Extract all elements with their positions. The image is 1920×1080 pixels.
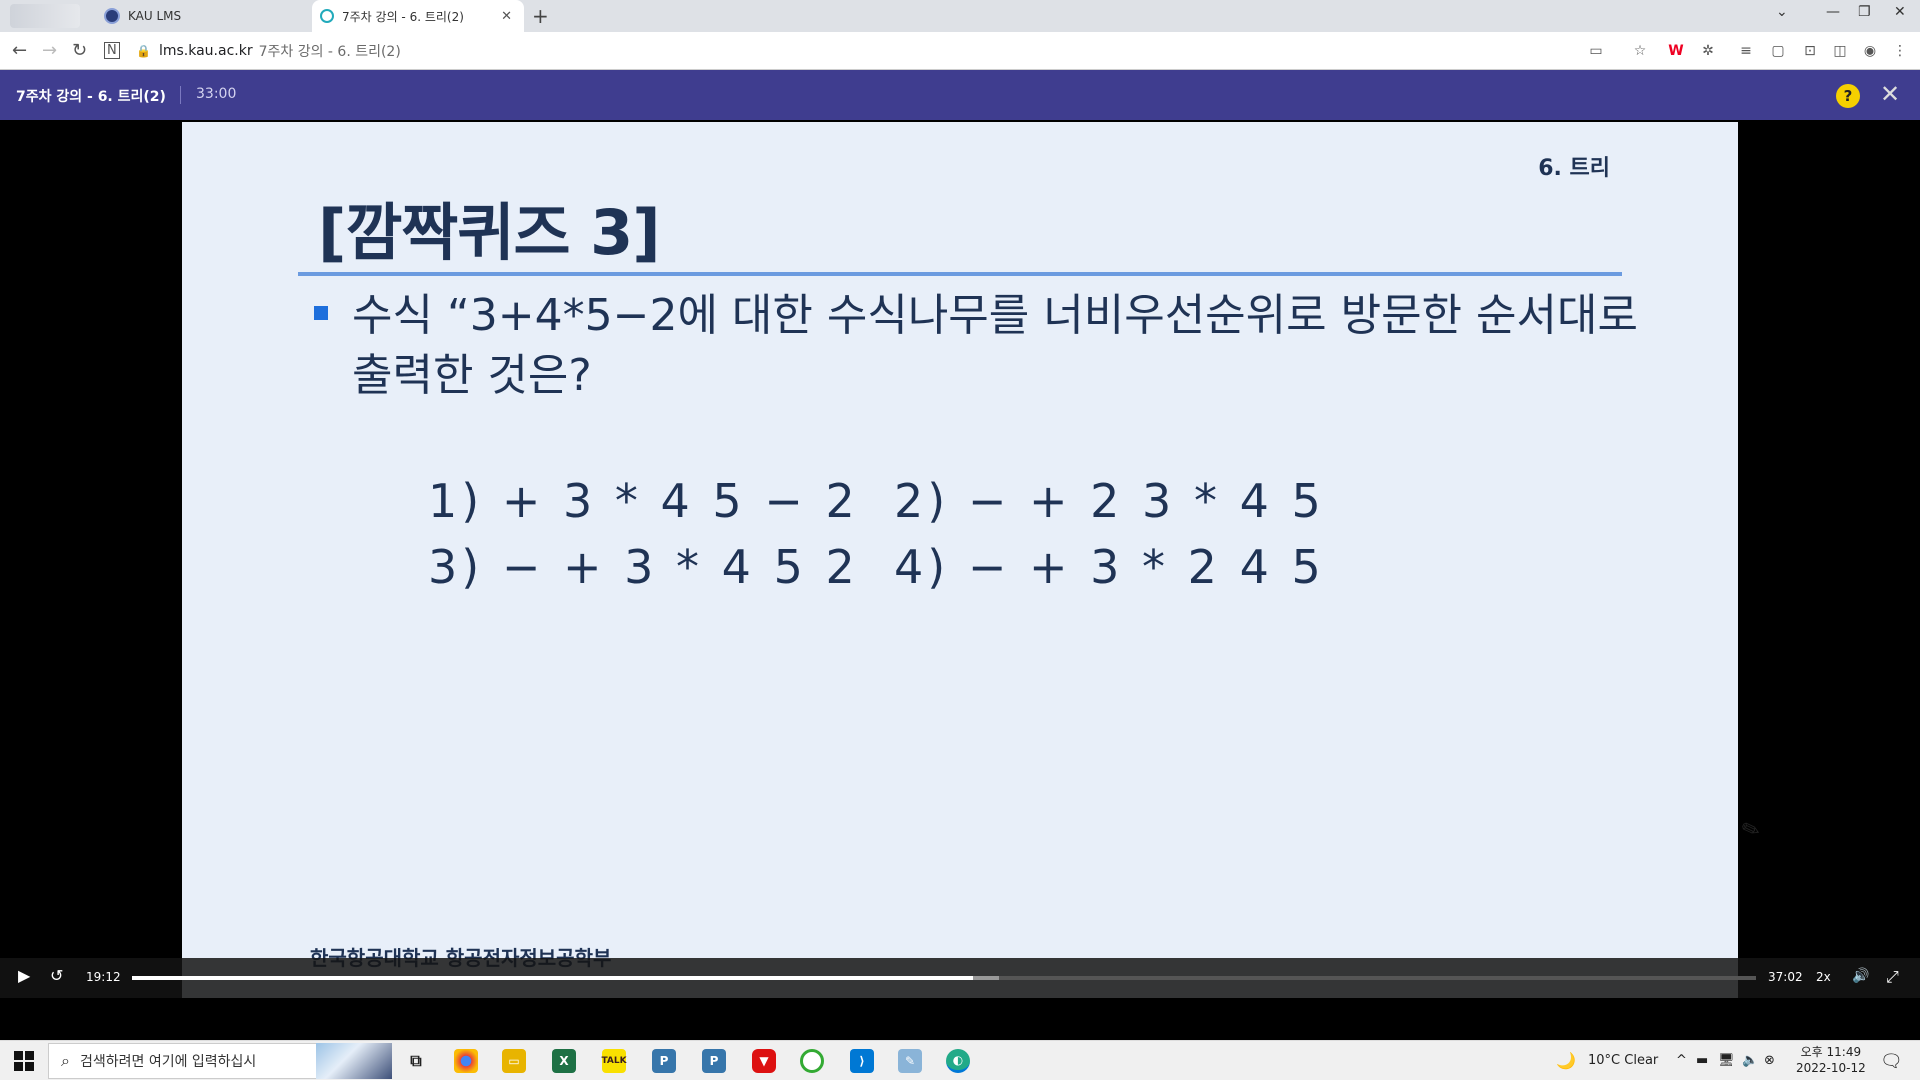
video-icon[interactable]: ▢ (1768, 41, 1788, 61)
security-app-icon[interactable]: ▼ (752, 1049, 776, 1073)
tab-label: KAU LMS (128, 9, 182, 23)
screenshot-icon[interactable]: ⊡ (1800, 41, 1820, 61)
excel-app-icon[interactable]: X (552, 1049, 576, 1073)
fullscreen-icon[interactable]: ⤢ (1886, 967, 1899, 987)
naver-icon[interactable]: N (104, 42, 120, 59)
lecture-title: 7주차 강의 - 6. 트리(2) (16, 89, 166, 105)
forward-arrow-icon[interactable]: → (42, 40, 57, 61)
lock-icon[interactable]: 🔒 (136, 44, 151, 58)
restore-button[interactable]: ❐ (1858, 4, 1871, 20)
bookmark-star-icon[interactable]: ☆ (1630, 41, 1650, 61)
minimize-button[interactable]: — (1826, 4, 1840, 20)
cast-icon[interactable]: ▭ (1586, 41, 1606, 61)
clock-time: 오후 11:49 (1800, 1045, 1862, 1059)
browser-tab-strip: KAU LMS 7주차 강의 - 6. 트리(2) ✕ + ⌄ — ❐ ✕ (0, 0, 1920, 32)
slide-title: [깜짝퀴즈 3] (318, 196, 661, 269)
sync-app-icon[interactable] (800, 1049, 824, 1073)
tab-strip-decoration (10, 4, 80, 28)
extension-puzzle-icon[interactable]: ✲ (1698, 41, 1718, 61)
title-underline (298, 272, 1622, 276)
lecture-duration: 33:00 (196, 86, 237, 102)
progress-played (132, 976, 974, 980)
menu-icon[interactable]: ⋮ (1890, 41, 1910, 61)
search-placeholder: 검색하려면 여기에 입력하십시 (79, 1054, 257, 1070)
quiz-option-4: 4) − + 3 * 2 4 5 (894, 540, 1325, 594)
back-arrow-icon[interactable]: ← (12, 40, 27, 61)
tab-close-icon[interactable]: ✕ (501, 9, 512, 24)
profile-icon[interactable]: ◉ (1860, 41, 1880, 61)
speed-button[interactable]: 2x (1816, 970, 1831, 984)
progress-bar[interactable] (132, 976, 1756, 980)
quiz-option-3: 3) − + 3 * 4 5 2 (428, 540, 859, 594)
total-time: 37:02 (1768, 970, 1803, 984)
tab-search-icon[interactable]: ⌄ (1776, 4, 1788, 20)
reading-list-icon[interactable]: ≡ (1736, 41, 1756, 61)
tray-overflow-icon[interactable]: ^ (1676, 1053, 1687, 1068)
kau-favicon-icon (104, 8, 120, 24)
quiz-option-2: 2) − + 2 3 * 4 5 (894, 474, 1325, 528)
ime-status-icon[interactable]: ⊗ (1764, 1053, 1775, 1068)
current-time: 19:12 (86, 970, 121, 984)
address-bar: ← → ↻ N 🔒 lms.kau.ac.kr 7주차 강의 - 6. 트리(2… (0, 32, 1920, 70)
search-icon: ⌕ (61, 1051, 70, 1070)
lms-player-app-icon[interactable]: ◐ (946, 1049, 970, 1073)
chrome-app-icon[interactable] (454, 1049, 478, 1073)
vscode-app-icon[interactable]: ⟩ (850, 1049, 874, 1073)
close-player-icon[interactable]: ✕ (1880, 80, 1900, 108)
quiz-option-1: 1) + 3 * 4 5 − 2 (428, 474, 859, 528)
speaker-icon[interactable]: 🔈 (1742, 1053, 1758, 1068)
notepad-app-icon[interactable]: ✎ (898, 1049, 922, 1073)
battery-icon[interactable]: ▬ (1696, 1053, 1708, 1068)
bullet-marker (314, 306, 328, 320)
slide-chapter-label: 6. 트리 (1538, 156, 1610, 181)
player-header: 7주차 강의 - 6. 트리(2) 33:00 (0, 70, 1920, 120)
tab-kau-lms[interactable]: KAU LMS (100, 0, 310, 32)
quiz-question: 수식 “3+4*5−2에 대한 수식나무를 너비우선순위로 방문한 순서대로 출… (352, 290, 1638, 401)
search-highlight-image (316, 1043, 392, 1079)
notification-icon[interactable]: 🗨 (1880, 1051, 1903, 1072)
extension-w-icon[interactable]: W (1666, 41, 1686, 61)
system-clock[interactable]: 오후 11:49 2022-10-12 (1796, 1044, 1866, 1076)
python-app-icon[interactable]: P (652, 1049, 676, 1073)
url-field[interactable]: 🔒 lms.kau.ac.kr 7주차 강의 - 6. 트리(2) (136, 37, 1656, 65)
new-tab-button[interactable]: + (532, 4, 549, 28)
windows-taskbar: ⌕ 검색하려면 여기에 입력하십시 ⧉ ▭ X TALK P P ▼ ⟩ ✎ ◐… (0, 1040, 1920, 1080)
close-window-button[interactable]: ✕ (1894, 4, 1906, 20)
rewind-10-icon[interactable]: ↺ (50, 966, 63, 985)
url-page-title: 7주차 강의 - 6. 트리(2) (258, 44, 401, 60)
help-button[interactable]: ? (1836, 84, 1860, 108)
url-host: lms.kau.ac.kr (158, 43, 253, 59)
play-icon[interactable]: ▶ (18, 966, 30, 985)
tab-lecture[interactable]: 7주차 강의 - 6. 트리(2) ✕ (312, 0, 524, 32)
side-panel-icon[interactable]: ◫ (1830, 41, 1850, 61)
python-idle-app-icon[interactable]: P (702, 1049, 726, 1073)
task-view-icon[interactable]: ⧉ (404, 1049, 428, 1073)
network-icon[interactable]: 🖥 (1718, 1053, 1735, 1068)
lecture-slide: 6. 트리 [깜짝퀴즈 3] 수식 “3+4*5−2에 대한 수식나무를 너비우… (182, 122, 1764, 998)
video-controls: ▶ ↺ 19:12 37:02 2x 🔊 ⤢ (0, 958, 1920, 998)
clock-date: 2022-10-12 (1796, 1061, 1866, 1075)
volume-icon[interactable]: 🔊 (1852, 968, 1869, 984)
loading-favicon-icon (320, 9, 334, 23)
weather-text[interactable]: 10°C Clear (1588, 1053, 1658, 1068)
tab-label: 7주차 강의 - 6. 트리(2) (342, 9, 464, 24)
kakaotalk-app-icon[interactable]: TALK (601, 1049, 627, 1073)
reload-icon[interactable]: ↻ (72, 40, 87, 61)
file-explorer-icon[interactable]: ▭ (502, 1049, 526, 1073)
windows-start-icon[interactable] (14, 1051, 34, 1071)
header-divider (180, 86, 181, 104)
weather-moon-icon[interactable]: 🌙 (1556, 1051, 1576, 1070)
